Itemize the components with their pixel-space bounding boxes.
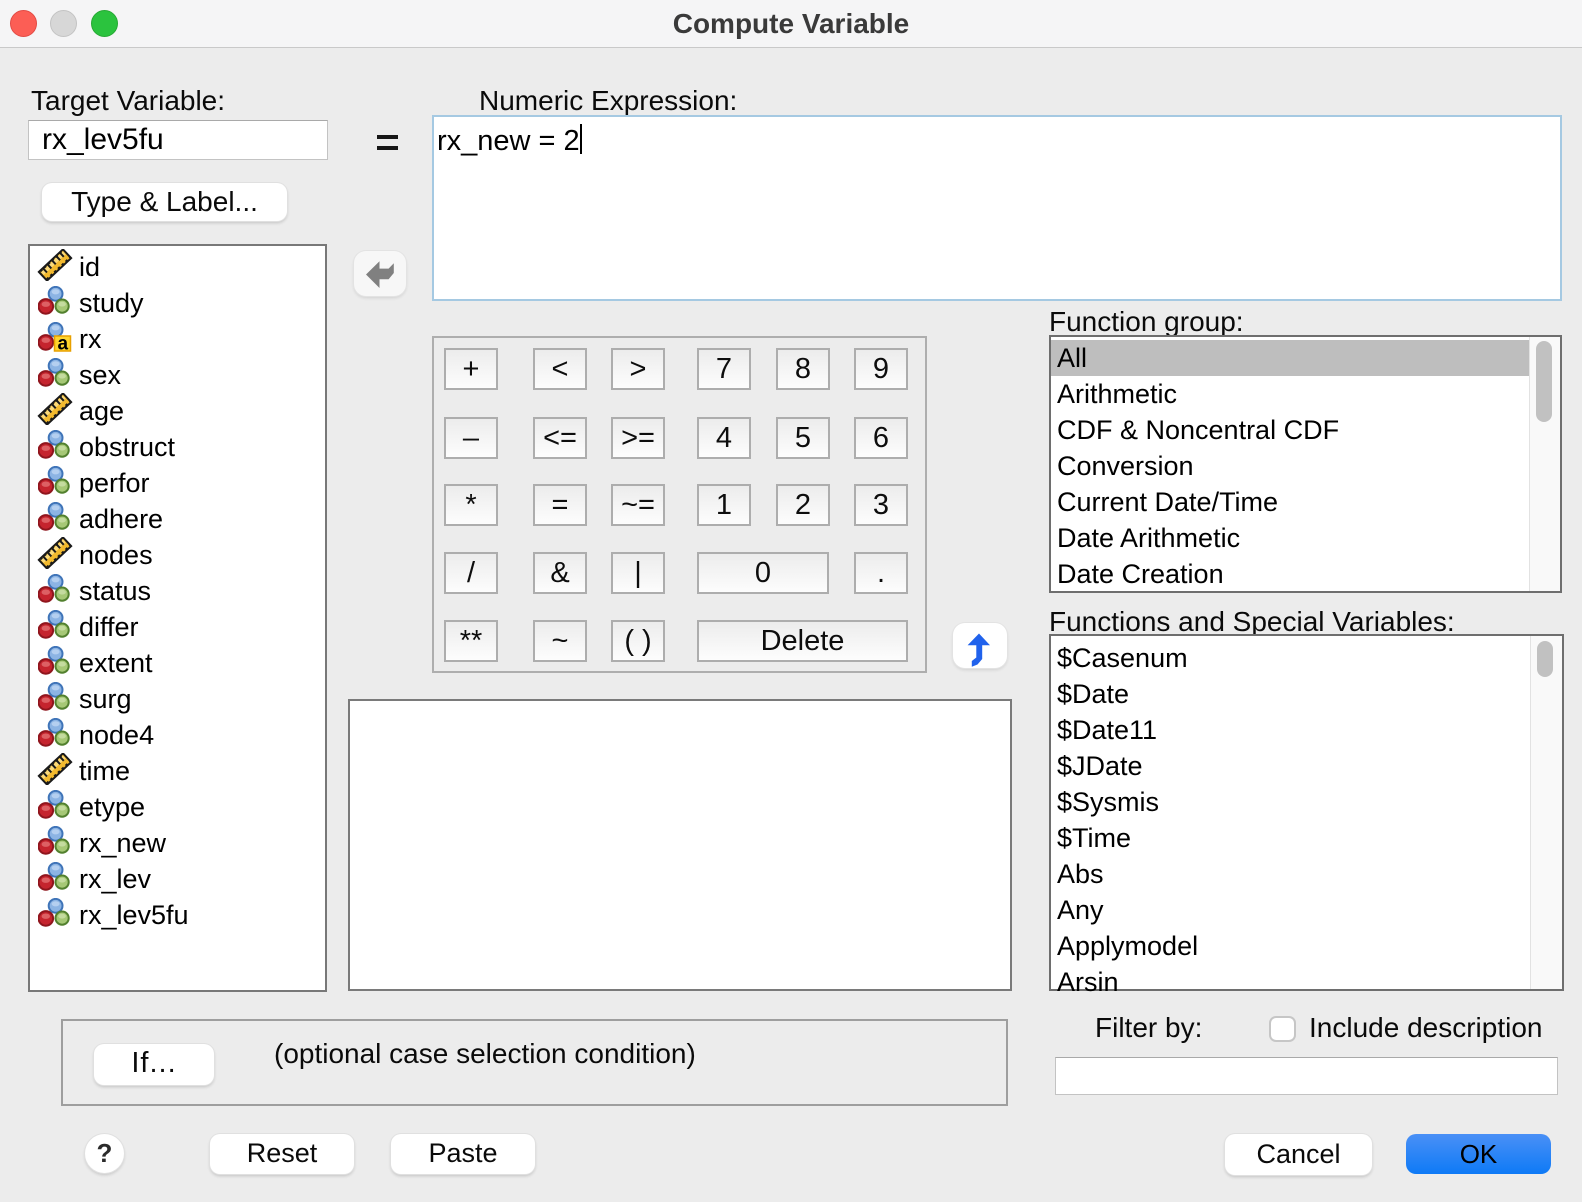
svg-text:a: a bbox=[58, 334, 69, 353]
